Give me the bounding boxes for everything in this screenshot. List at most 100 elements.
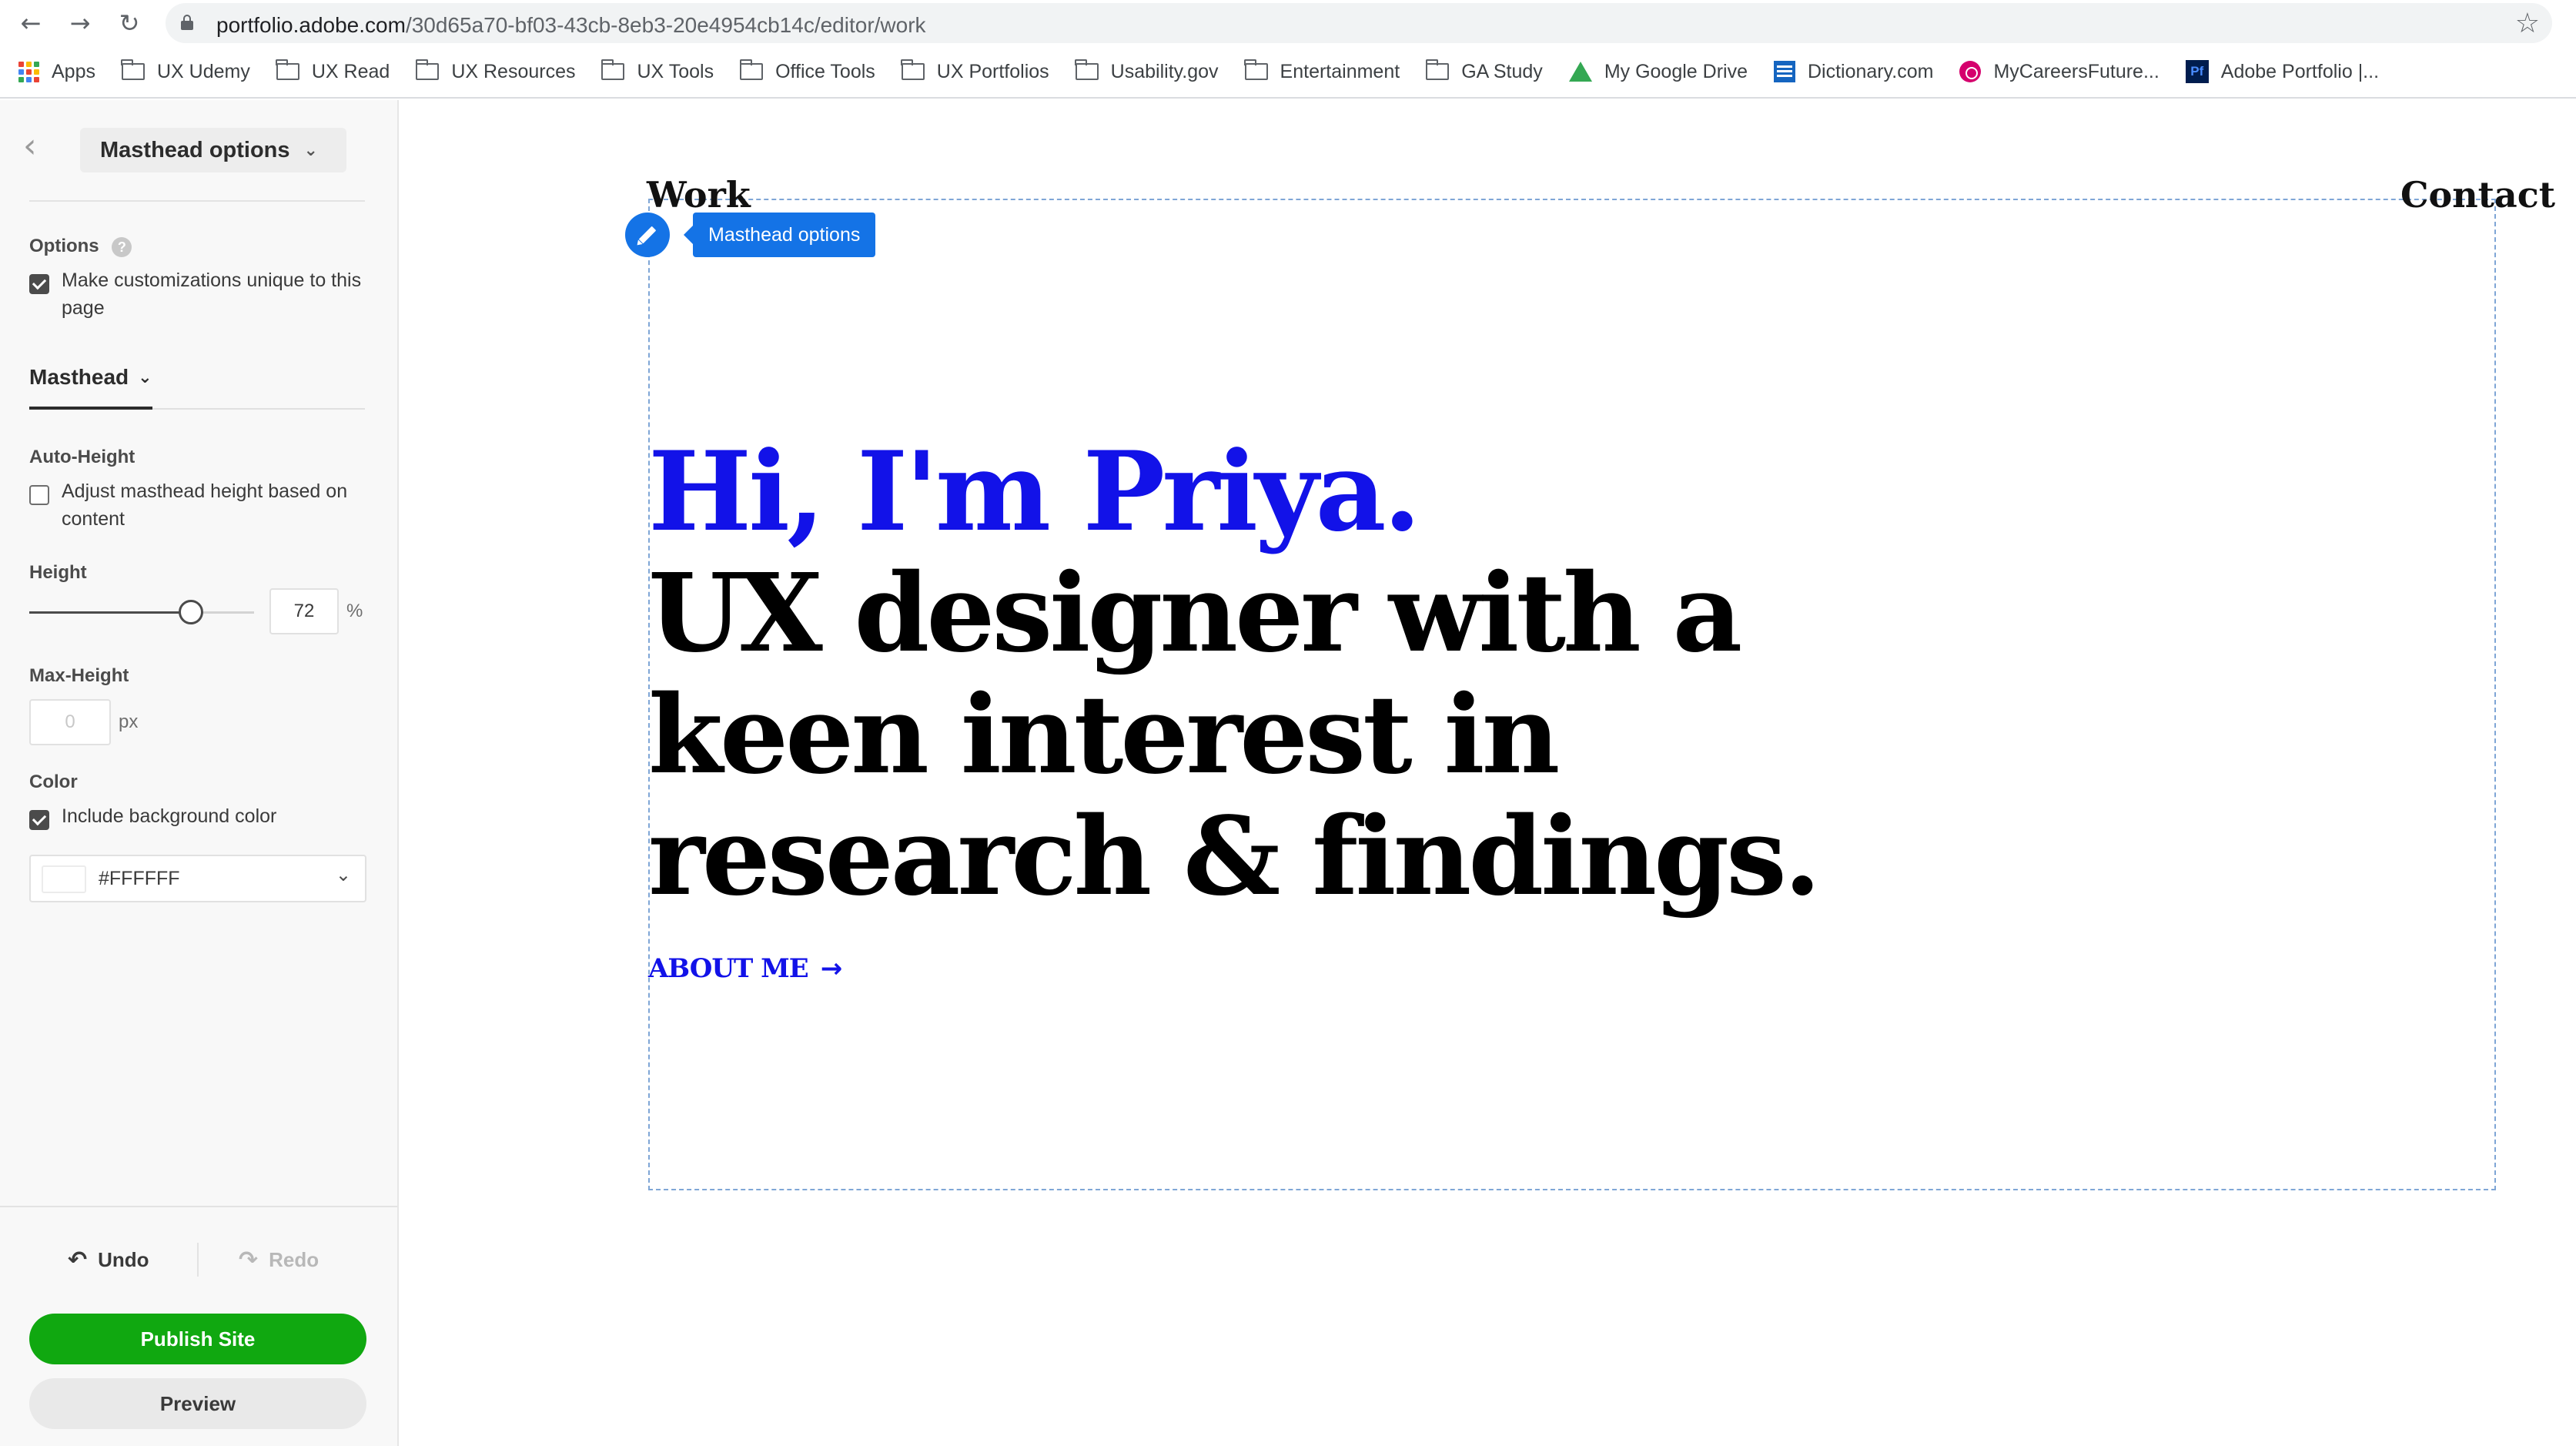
background-color-checkbox-label: Include background color — [62, 805, 277, 827]
bookmark-ux-resources[interactable]: UX Resources — [415, 53, 576, 90]
unique-customizations-checkbox[interactable] — [29, 274, 49, 294]
bookmark-label: Usability.gov — [1110, 60, 1219, 82]
bookmark-apps[interactable]: Apps — [18, 53, 95, 90]
height-label: Height — [29, 562, 87, 583]
about-me-link[interactable]: ABOUT ME → — [648, 953, 842, 984]
url-domain: portfolio.adobe.com — [216, 13, 406, 37]
auto-height-checkbox-label: Adjust masthead height based on content — [62, 480, 348, 530]
folder-icon — [1244, 59, 1268, 80]
bookmark-label: UX Read — [311, 60, 390, 82]
divider — [29, 200, 365, 202]
folder-icon — [415, 59, 440, 80]
tab-active-underline — [29, 407, 152, 410]
bookmark-dictionary[interactable]: Dictionary.com — [1773, 53, 1934, 90]
options-label-text: Options — [29, 236, 99, 256]
bookmark-label: UX Portfolios — [936, 60, 1049, 82]
bookmark-label: UX Resources — [451, 60, 576, 82]
bookmark-label: MyCareersFuture... — [1993, 60, 2159, 82]
help-icon[interactable]: ? — [112, 236, 132, 257]
hero-tagline[interactable]: UX designer with a keen interest in rese… — [648, 553, 1957, 918]
max-height-label: Max-Height — [29, 665, 129, 686]
about-me-label: ABOUT ME — [648, 953, 809, 984]
folder-icon — [276, 59, 299, 80]
chevron-down-icon: ⌄ — [335, 864, 351, 885]
google-drive-icon — [1568, 62, 1592, 82]
bookmarks-bar: Apps UX Udemy UX Read UX Resources UX To… — [0, 46, 2576, 99]
address-bar[interactable]: portfolio.adobe.com/30d65a70-bf03-43cb-8… — [166, 3, 2552, 43]
edit-masthead-button[interactable] — [625, 213, 670, 257]
panel-title: Masthead options — [100, 137, 290, 162]
bookmark-office-tools[interactable]: Office Tools — [739, 53, 875, 90]
back-chevron-icon[interactable]: ‹ — [23, 129, 54, 163]
redo-icon: ↷ — [239, 1246, 259, 1274]
bookmark-label: UX Udemy — [156, 60, 250, 82]
folder-icon — [121, 59, 145, 80]
bookmark-label: UX Tools — [637, 60, 714, 82]
masthead-options-tooltip[interactable]: Masthead options — [683, 213, 876, 257]
pencil-icon — [638, 226, 657, 244]
url-text[interactable]: portfolio.adobe.com/30d65a70-bf03-43cb-8… — [216, 13, 926, 38]
chevron-down-icon: ⌄ — [138, 367, 152, 387]
bookmark-ux-udemy[interactable]: UX Udemy — [121, 53, 250, 90]
bookmark-ux-read[interactable]: UX Read — [276, 53, 390, 90]
back-arrow-icon[interactable]: ← — [15, 6, 46, 40]
height-unit: % — [346, 601, 363, 621]
bookmark-label: My Google Drive — [1604, 60, 1748, 82]
background-color-select[interactable]: #FFFFFF ⌄ — [29, 855, 366, 902]
preview-button[interactable]: Preview — [29, 1378, 366, 1429]
folder-icon — [601, 59, 625, 80]
publish-site-button[interactable]: Publish Site — [29, 1314, 366, 1364]
color-swatch — [42, 865, 86, 893]
bookmark-ga-study[interactable]: GA Study — [1425, 53, 1543, 90]
folder-icon — [739, 59, 764, 80]
bookmark-label: Adobe Portfolio |... — [2220, 60, 2380, 82]
chevron-down-icon: ⌄ — [303, 140, 318, 160]
background-color-checkbox[interactable] — [29, 810, 49, 830]
bookmark-star-icon[interactable]: ☆ — [2515, 8, 2540, 39]
divider — [152, 408, 365, 410]
bookmark-entertainment[interactable]: Entertainment — [1244, 53, 1400, 90]
nav-contact-link[interactable]: Contact — [2400, 174, 2555, 216]
bookmark-adobe-portfolio[interactable]: Pf Adobe Portfolio |... — [2185, 53, 2380, 90]
adobe-portfolio-icon: Pf — [2185, 60, 2209, 83]
panel-title-dropdown[interactable]: Masthead options ⌄ — [80, 128, 346, 172]
dictionary-icon — [1773, 61, 1795, 82]
height-input[interactable]: 72 — [269, 588, 339, 634]
auto-height-label: Auto-Height — [29, 447, 135, 467]
bookmark-label: GA Study — [1461, 60, 1543, 82]
undo-button[interactable]: ↶ Undo — [68, 1243, 149, 1277]
apps-grid-icon — [18, 61, 39, 82]
redo-button[interactable]: ↷ Redo — [239, 1243, 319, 1277]
bookmark-mycareersfuture[interactable]: MyCareersFuture... — [1959, 53, 2159, 90]
tab-masthead[interactable]: Masthead ⌄ — [29, 365, 152, 390]
bookmark-usability-gov[interactable]: Usability.gov — [1075, 53, 1219, 90]
redo-label: Redo — [269, 1247, 319, 1271]
bookmark-label: Office Tools — [775, 60, 875, 82]
height-slider-fill — [29, 611, 192, 614]
max-height-unit: px — [119, 711, 139, 732]
arrow-right-icon: → — [820, 953, 842, 984]
auto-height-checkbox[interactable] — [29, 485, 49, 505]
color-value: #FFFFFF — [99, 868, 180, 889]
forward-arrow-icon[interactable]: → — [65, 6, 95, 40]
height-slider[interactable] — [29, 600, 254, 624]
hero-greeting[interactable]: Hi, I'm Priya. — [648, 428, 1421, 556]
bookmark-label: Dictionary.com — [1807, 60, 1934, 82]
tab-masthead-label: Masthead — [29, 365, 129, 389]
bookmark-google-drive[interactable]: My Google Drive — [1568, 53, 1748, 90]
divider — [197, 1243, 199, 1277]
mycareersfuture-icon — [1959, 61, 1982, 82]
lock-icon — [181, 15, 193, 30]
reload-icon[interactable]: ↻ — [114, 6, 145, 40]
options-panel: ‹ Masthead options ⌄ Options ? Make cust… — [0, 100, 399, 1446]
max-height-input[interactable]: 0 — [29, 699, 111, 745]
options-label: Options ? — [29, 236, 132, 257]
height-slider-handle[interactable] — [179, 600, 204, 624]
unique-customizations-label: Make customizations unique to this page — [62, 269, 362, 319]
bookmark-ux-portfolios[interactable]: UX Portfolios — [901, 53, 1049, 90]
url-path: /30d65a70-bf03-43cb-8eb3-20e4954cb14c/ed… — [405, 13, 926, 37]
browser-toolbar: ← → ↻ portfolio.adobe.com/30d65a70-bf03-… — [0, 0, 2576, 46]
nav-work-link[interactable]: Work — [647, 174, 751, 216]
bookmark-ux-tools[interactable]: UX Tools — [601, 53, 714, 90]
folder-icon — [1425, 59, 1450, 80]
